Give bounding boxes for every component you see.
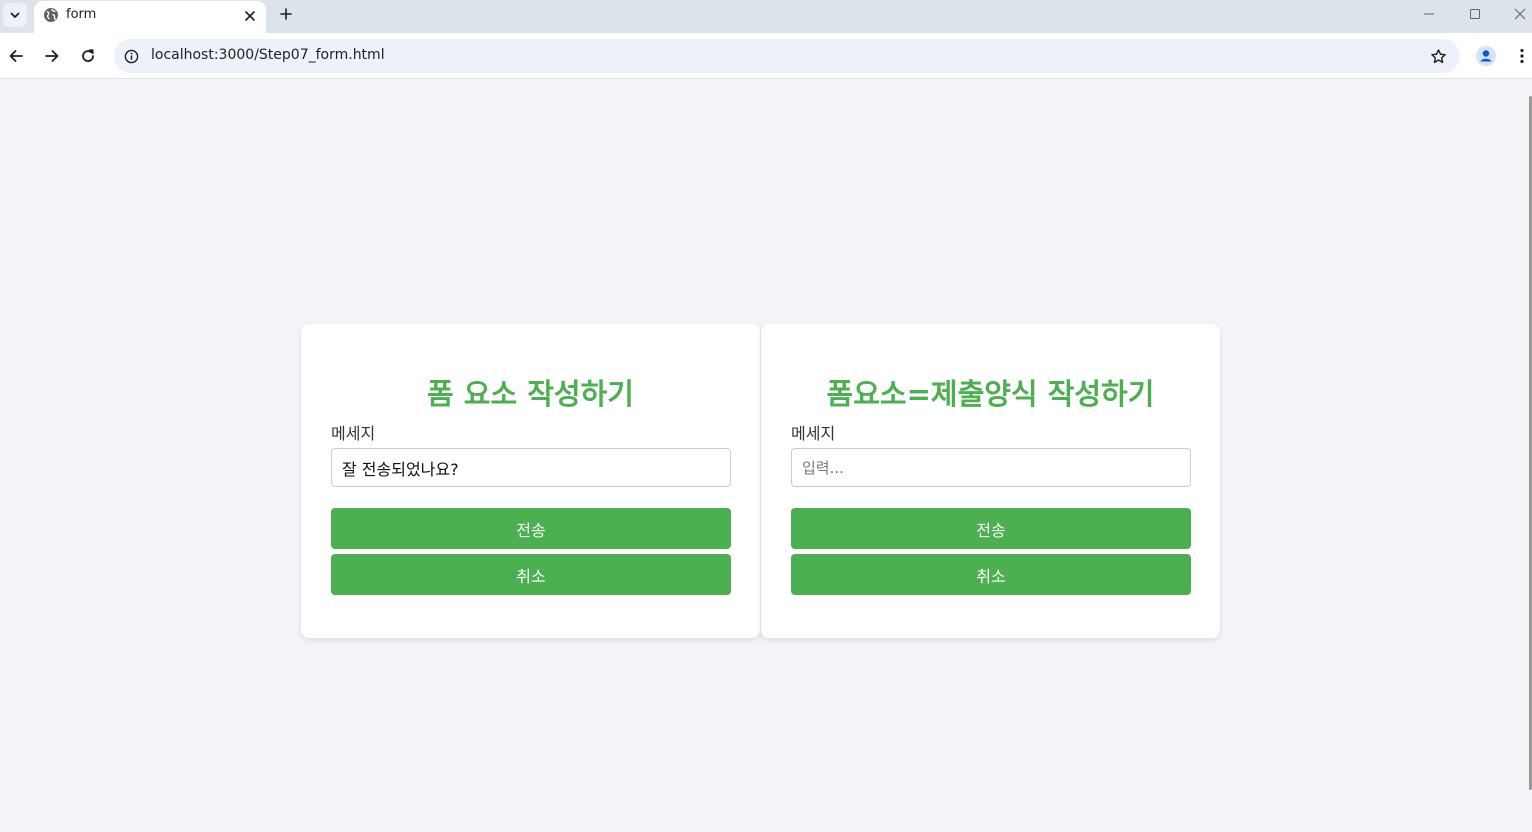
page-viewport: 폼 요소 작성하기 메세지 전송 취소 폼요소=제출양식 작성하기 메세지 전송… — [0, 80, 1532, 832]
vertical-scrollbar[interactable] — [1528, 80, 1532, 832]
message-input[interactable] — [791, 448, 1191, 487]
forward-button[interactable] — [40, 44, 64, 68]
back-button[interactable] — [4, 44, 28, 68]
reload-icon — [82, 49, 94, 62]
new-tab-button[interactable] — [275, 3, 297, 25]
bookmark-button[interactable] — [1428, 46, 1448, 66]
close-icon — [1514, 8, 1526, 20]
maximize-icon — [1470, 9, 1480, 19]
menu-button[interactable] — [1510, 44, 1532, 68]
avatar-icon — [1476, 46, 1496, 66]
cancel-button[interactable]: 취소 — [331, 554, 731, 595]
arrow-left-icon — [9, 50, 23, 62]
browser-toolbar: localhost:3000/Step07_form.html — [0, 33, 1532, 79]
form-card-1: 폼 요소 작성하기 메세지 전송 취소 — [301, 324, 760, 638]
close-icon — [245, 11, 255, 21]
address-bar[interactable]: localhost:3000/Step07_form.html — [114, 39, 1460, 73]
form-title: 폼 요소 작성하기 — [427, 377, 634, 411]
message-input[interactable] — [331, 448, 731, 487]
more-vertical-icon — [1520, 48, 1524, 64]
maximize-button[interactable] — [1463, 4, 1487, 24]
chevron-down-icon — [10, 12, 20, 18]
site-info-button[interactable] — [122, 47, 140, 65]
reload-button[interactable] — [76, 44, 100, 68]
tab-title: form — [66, 7, 97, 22]
tab-search-button[interactable] — [3, 3, 27, 27]
browser-tab-bar: form — [0, 0, 1532, 33]
cancel-button[interactable]: 취소 — [791, 554, 1191, 595]
submit-button[interactable]: 전송 — [331, 508, 731, 549]
message-label: 메세지 — [331, 424, 376, 443]
arrow-right-icon — [45, 50, 59, 62]
star-icon — [1430, 48, 1446, 63]
tab-close-button[interactable] — [240, 6, 260, 26]
plus-icon — [280, 8, 292, 20]
browser-tab[interactable]: form — [34, 1, 266, 33]
globe-icon — [44, 8, 58, 22]
minimize-button[interactable] — [1417, 4, 1441, 24]
form-title: 폼요소=제출양식 작성하기 — [826, 377, 1155, 411]
message-label: 메세지 — [791, 424, 836, 443]
submit-button[interactable]: 전송 — [791, 508, 1191, 549]
url-text[interactable]: localhost:3000/Step07_form.html — [151, 47, 385, 63]
window-close-button[interactable] — [1508, 4, 1532, 24]
profile-button[interactable] — [1474, 44, 1498, 68]
info-icon — [124, 49, 138, 63]
form-card-2: 폼요소=제출양식 작성하기 메세지 전송 취소 — [761, 324, 1220, 638]
minimize-icon — [1424, 13, 1434, 15]
form-cards: 폼 요소 작성하기 메세지 전송 취소 폼요소=제출양식 작성하기 메세지 전송… — [301, 324, 1220, 638]
